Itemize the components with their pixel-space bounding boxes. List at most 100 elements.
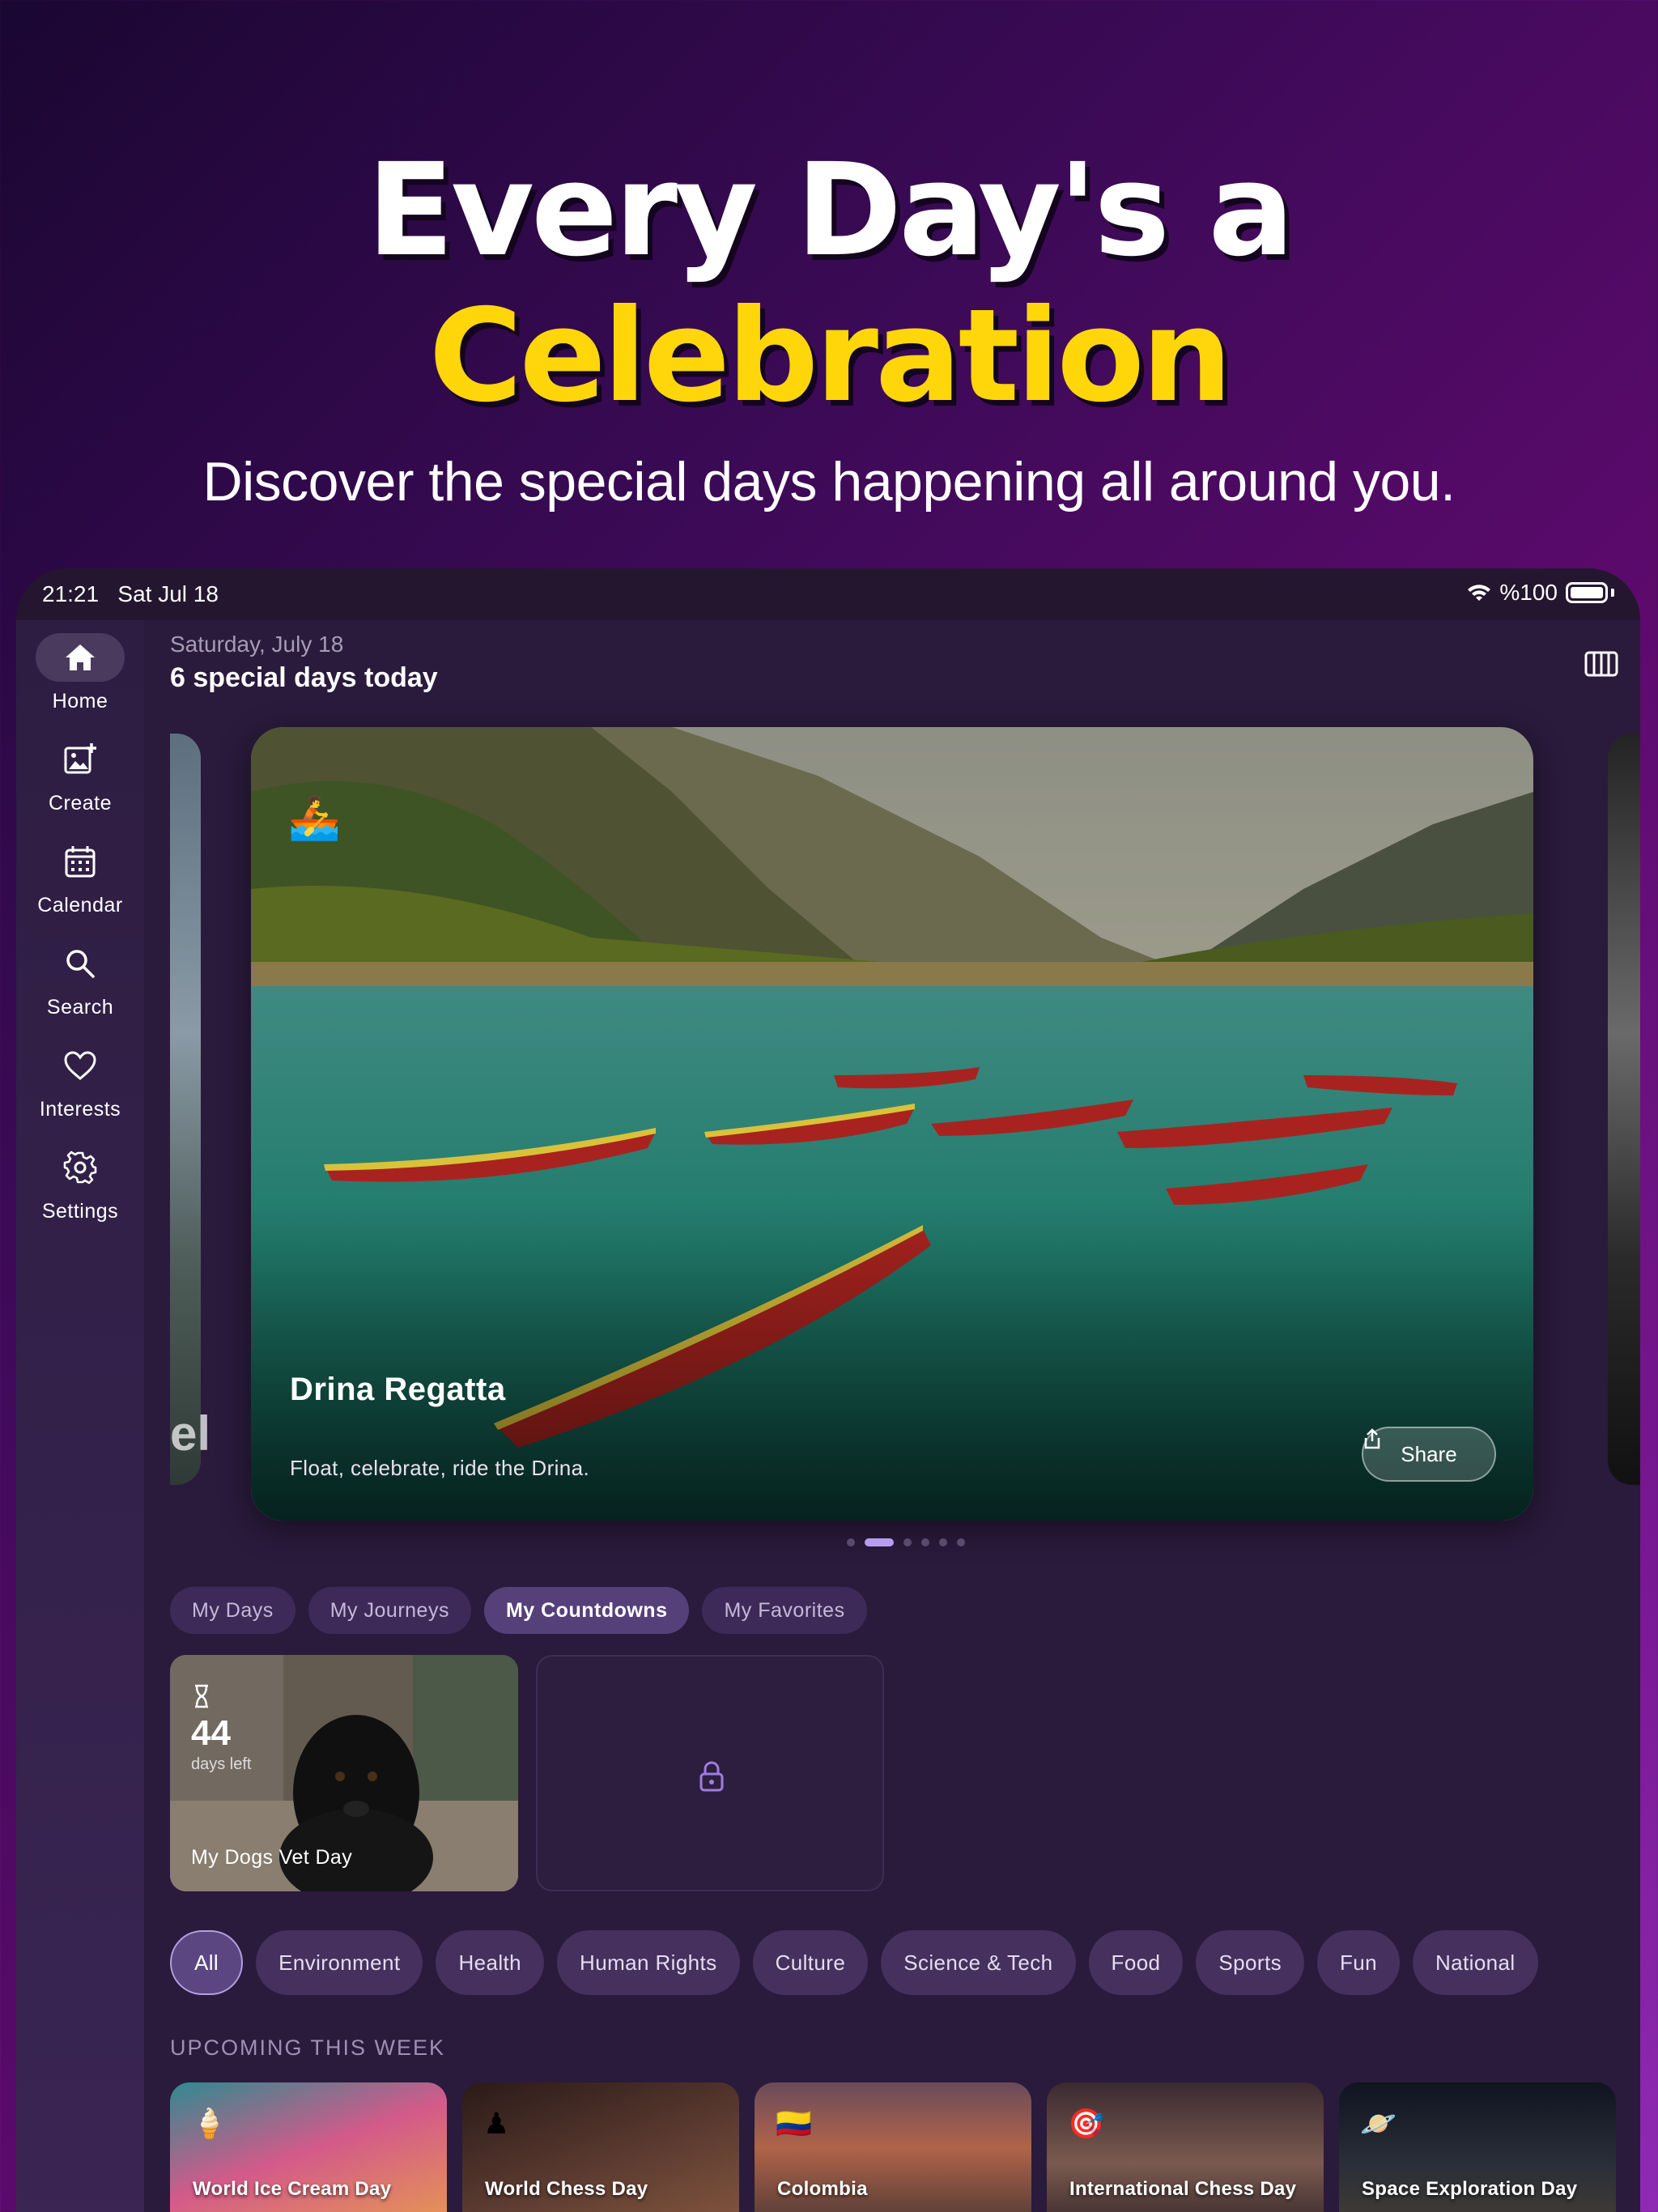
sidebar-label: Search — [46, 996, 114, 1019]
upcoming-card[interactable]: ♟ World Chess Day — [462, 2082, 739, 2212]
upcoming-emoji: 🍦 — [191, 2107, 227, 2140]
upcoming-title: Space Exploration Day — [1362, 2178, 1578, 2200]
gear-icon — [63, 1151, 97, 1185]
countdown-card[interactable]: 44 days left My Dogs Vet Day — [170, 1655, 518, 1891]
sidebar-item-calendar[interactable]: Calendar — [16, 837, 144, 926]
featured-title: Drina Regatta — [290, 1372, 506, 1407]
carousel-pagination — [847, 1538, 965, 1546]
nav-icon-wrap — [36, 1041, 125, 1090]
nav-icon-wrap — [36, 633, 125, 682]
sidebar-item-settings[interactable]: Settings — [16, 1143, 144, 1232]
upcoming-emoji: 🪐 — [1360, 2107, 1397, 2140]
special-days-count: 6 special days today — [170, 662, 438, 693]
sidebar-label: Home — [52, 690, 108, 713]
sidebar-label: Settings — [41, 1200, 119, 1223]
page-dot[interactable] — [847, 1538, 855, 1546]
page-dot-active[interactable] — [865, 1538, 894, 1546]
status-clock: 21:21 — [42, 581, 100, 606]
tab-my-countdowns[interactable]: My Countdowns — [483, 1587, 690, 1634]
upcoming-row: 🍦 World Ice Cream Day ♟ World Chess Day … — [170, 2082, 1627, 2212]
tab-my-favorites[interactable]: My Favorites — [702, 1587, 867, 1634]
upcoming-card[interactable]: 🪐 Space Exploration Day — [1339, 2082, 1616, 2212]
page-dot[interactable] — [957, 1538, 965, 1546]
category-science-tech[interactable]: Science & Tech — [881, 1930, 1076, 1995]
today-date: Saturday, July 18 — [170, 632, 344, 657]
countdown-days: 44 — [191, 1713, 231, 1753]
locked-countdown-slot[interactable] — [536, 1655, 884, 1891]
category-all[interactable]: All — [170, 1930, 244, 1995]
sidebar-label: Interests — [39, 1098, 121, 1121]
status-bar: 21:21 Sat Jul 18 %100 — [16, 568, 1640, 620]
home-icon — [66, 644, 95, 670]
page-dot[interactable] — [903, 1538, 912, 1546]
category-health[interactable]: Health — [436, 1930, 545, 1995]
upcoming-section-label: UPCOMING THIS WEEK — [170, 2035, 446, 2060]
upcoming-emoji: 🎯 — [1068, 2107, 1104, 2140]
nav-icon-wrap — [36, 837, 125, 886]
upcoming-title: World Ice Cream Day — [193, 2178, 392, 2200]
sidebar-item-interests[interactable]: Interests — [16, 1041, 144, 1130]
sidebar-item-create[interactable]: Create — [16, 735, 144, 824]
hourglass-icon — [195, 1684, 208, 1708]
tab-my-journeys[interactable]: My Journeys — [308, 1587, 471, 1634]
battery-percent: %100 — [1499, 580, 1558, 605]
nav-icon-wrap — [36, 1143, 125, 1192]
carousel-prev-card[interactable]: el — [170, 734, 210, 1485]
share-button[interactable]: Share — [1362, 1427, 1496, 1482]
upcoming-title: Colombia — [777, 2178, 868, 2200]
calendar-icon — [65, 846, 96, 878]
hero-title-line2: Celebration — [428, 282, 1233, 431]
share-label: Share — [1401, 1441, 1457, 1466]
upcoming-card[interactable]: 🍦 World Ice Cream Day — [170, 2082, 447, 2212]
wifi-icon — [1468, 585, 1491, 601]
countdown-row: 44 days left My Dogs Vet Day — [170, 1655, 899, 1891]
category-culture[interactable]: Culture — [752, 1930, 869, 1995]
upcoming-title: World Chess Day — [485, 2178, 648, 2200]
grid-view-icon[interactable] — [1584, 648, 1619, 680]
upcoming-title: International Chess Day — [1069, 2178, 1297, 2200]
sidebar: Home Create Calendar Search Interests Se… — [16, 620, 144, 2212]
search-icon — [66, 950, 95, 978]
battery-tip — [1611, 589, 1614, 597]
category-national[interactable]: National — [1412, 1930, 1538, 1995]
heart-icon — [64, 1051, 96, 1080]
sidebar-item-home[interactable]: Home — [16, 633, 144, 722]
featured-emoji: 🚣 — [288, 795, 341, 842]
page-dot[interactable] — [939, 1538, 947, 1546]
page-dot[interactable] — [921, 1538, 929, 1546]
status-indicators: %100 — [1467, 580, 1614, 606]
battery-icon — [1566, 582, 1608, 603]
sidebar-label: Calendar — [37, 894, 123, 917]
countdown-title: My Dogs Vet Day — [191, 1846, 353, 1869]
upcoming-emoji: ♟ — [483, 2107, 510, 2140]
category-filter-row: All Environment Health Human Rights Cult… — [170, 1930, 1538, 1995]
category-food[interactable]: Food — [1088, 1930, 1184, 1995]
share-icon — [1364, 1428, 1380, 1449]
hero-subtitle: Discover the special days happening all … — [202, 451, 1456, 513]
carousel-next-card[interactable] — [1608, 734, 1640, 1485]
category-environment[interactable]: Environment — [256, 1930, 423, 1995]
featured-description: Float, celebrate, ride the Drina. — [290, 1456, 590, 1480]
category-human-rights[interactable]: Human Rights — [557, 1930, 740, 1995]
sidebar-item-search[interactable]: Search — [16, 939, 144, 1028]
category-fun[interactable]: Fun — [1316, 1930, 1400, 1995]
prev-card-title: el — [170, 1406, 211, 1461]
status-date: Sat Jul 18 — [117, 581, 219, 606]
upcoming-card[interactable]: 🇨🇴 Colombia — [755, 2082, 1031, 2212]
lock-icon — [699, 1761, 724, 1792]
sidebar-label: Create — [48, 792, 113, 815]
status-time: 21:21 Sat Jul 18 — [42, 581, 219, 607]
nav-icon-wrap — [36, 735, 125, 784]
hero-title-line1: Every Day's a — [367, 136, 1295, 285]
nav-icon-wrap — [36, 939, 125, 988]
countdown-days-label: days left — [191, 1755, 252, 1773]
collection-tabs-row: My Days My Journeys My Countdowns My Fav… — [170, 1587, 867, 1634]
upcoming-card[interactable]: 🎯 International Chess Day — [1047, 2082, 1324, 2212]
category-sports[interactable]: Sports — [1196, 1930, 1304, 1995]
tablet-screen: 21:21 Sat Jul 18 %100 Home Create Calend… — [16, 568, 1640, 2212]
featured-day-card[interactable]: 🚣 Drina Regatta Float, celebrate, ride t… — [251, 727, 1533, 1521]
image-plus-icon — [64, 743, 96, 774]
hero-banner: Every Day's a Celebration Discover the s… — [0, 0, 1658, 567]
upcoming-emoji: 🇨🇴 — [776, 2107, 812, 2140]
tab-my-days[interactable]: My Days — [170, 1587, 295, 1634]
